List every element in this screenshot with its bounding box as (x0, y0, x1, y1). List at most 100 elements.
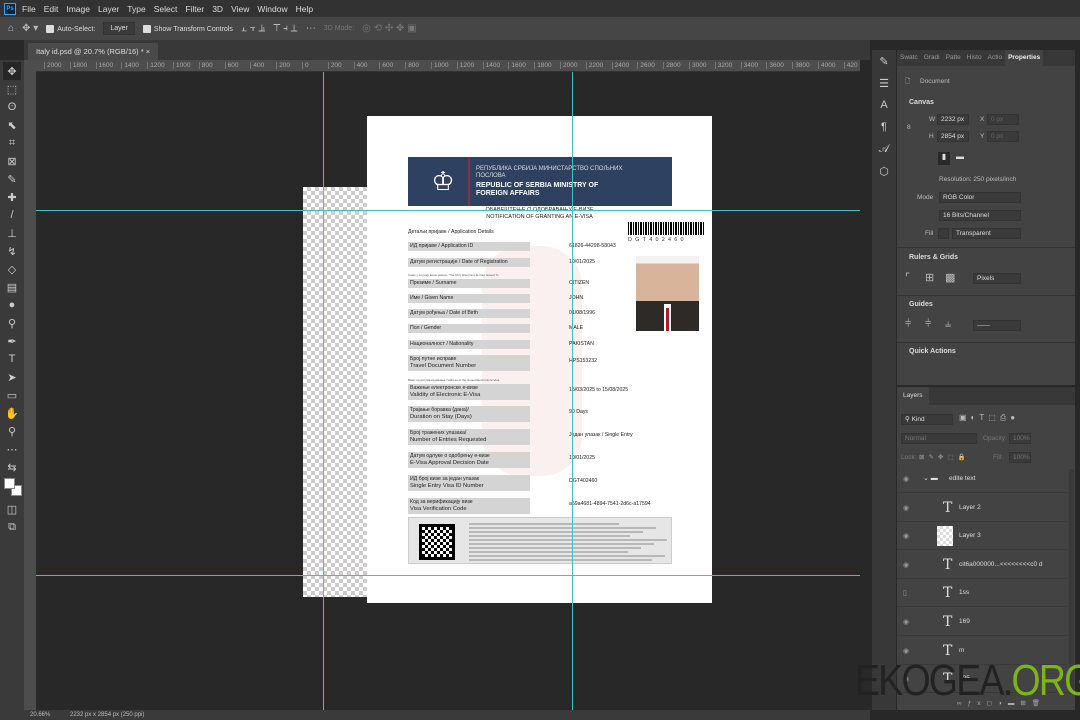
layer-row[interactable]: ◉ ⌄ ▬ edite text (897, 465, 1067, 493)
home-icon[interactable]: ⌂ (8, 23, 14, 34)
swap-colors-icon[interactable]: ⇆ (3, 458, 21, 476)
more-tools-icon[interactable]: ⋯ (3, 440, 21, 458)
eyedropper-tool-icon[interactable]: ✎ (3, 170, 21, 188)
layer-row[interactable]: ▯ T 1ss (897, 579, 1067, 608)
layer-row[interactable]: ◉ Tcit6a000000...<<<<<<<<c0 d (897, 551, 1067, 579)
menu-help[interactable]: Help (296, 4, 313, 14)
guide-style-dropdown[interactable]: —— (973, 320, 1021, 331)
layer-fill-field[interactable]: 100% (1009, 452, 1031, 463)
portrait-orientation-icon[interactable]: ▮ (938, 152, 950, 165)
stamp-tool-icon[interactable]: ⊥ (3, 224, 21, 242)
fill-swatch[interactable] (938, 228, 949, 239)
brush-tool-icon[interactable]: / (3, 206, 21, 224)
tab-properties[interactable]: Properties (1005, 50, 1044, 66)
pen-tool-icon[interactable]: ✒ (3, 332, 21, 350)
3d-icon[interactable]: ⬡ (872, 160, 896, 182)
visibility-eye-icon[interactable]: ▯ (903, 589, 907, 597)
brush-settings-icon[interactable]: ✎ (872, 50, 896, 72)
tab-histogram[interactable]: Histo (964, 50, 985, 66)
screen-mode-icon[interactable]: ⧉ (3, 518, 21, 536)
visibility-eye-icon[interactable]: ◉ (903, 504, 909, 512)
canvas-section[interactable]: Canvas (909, 99, 934, 106)
tab-actions[interactable]: Actio (985, 50, 1005, 66)
color-swatches[interactable] (2, 476, 22, 500)
zoom-tool-icon[interactable]: ⚲ (3, 422, 21, 440)
frame-tool-icon[interactable]: ⊠ (3, 152, 21, 170)
lasso-tool-icon[interactable]: ʘ (3, 98, 21, 116)
rulers-grids-section[interactable]: Rulers & Grids (909, 254, 958, 261)
quick-mask-icon[interactable]: ◫ (3, 500, 21, 518)
menu-filter[interactable]: Filter (185, 4, 204, 14)
grid-icon[interactable]: ⊞ (925, 271, 934, 284)
visibility-eye-icon[interactable]: ◉ (903, 561, 909, 569)
fill-dropdown[interactable]: Transparent (952, 228, 1021, 239)
mode-dropdown[interactable]: RGB Color (939, 192, 1021, 203)
crop-tool-icon[interactable]: ⌗ (3, 134, 21, 152)
menu-window[interactable]: Window (257, 4, 287, 14)
y-field[interactable]: 0 px (987, 131, 1019, 142)
guides-section[interactable]: Guides (909, 301, 933, 308)
rulers-icon[interactable]: ⌜ (905, 271, 910, 284)
x-field[interactable]: 0 px (987, 114, 1019, 125)
object-select-tool-icon[interactable]: ⬉ (3, 116, 21, 134)
marquee-tool-icon[interactable]: ⬚ (3, 80, 21, 98)
folder-icon[interactable]: ⌄ ▬ (923, 474, 938, 482)
rectangle-tool-icon[interactable]: ▭ (3, 386, 21, 404)
menu-type[interactable]: Type (127, 4, 145, 14)
menu-view[interactable]: View (231, 4, 249, 14)
guide-horizontal[interactable] (36, 575, 860, 576)
layer-row[interactable]: ◉ T 169 (897, 608, 1067, 636)
blur-tool-icon[interactable]: ● (3, 296, 21, 314)
height-field[interactable]: 2854 px (937, 131, 969, 142)
align-icons[interactable]: ⫠ ⫟ ⫡ ⊤ ⫞ ⊥ ⋯ (241, 23, 316, 34)
link-icon[interactable]: 8 (907, 124, 911, 131)
document-canvas[interactable]: ♔ РЕПУБЛИКА СРБИЈА МИНИСТАРСТВО СПОЉНИХ … (367, 116, 712, 603)
pixel-grid-icon[interactable]: ▩ (945, 271, 955, 284)
menu-select[interactable]: Select (154, 4, 178, 14)
path-select-tool-icon[interactable]: ➤ (3, 368, 21, 386)
paragraph-icon[interactable]: ¶ (872, 116, 896, 138)
auto-select-checkbox[interactable]: Auto-Select: (46, 24, 95, 33)
menu-edit[interactable]: Edit (44, 4, 59, 14)
guide-horizontal[interactable] (36, 210, 860, 211)
gradient-tool-icon[interactable]: ▤ (3, 278, 21, 296)
opacity-field[interactable]: 100% (1009, 433, 1031, 444)
menu-image[interactable]: Image (66, 4, 90, 14)
visibility-eye-icon[interactable]: ◉ (903, 618, 909, 626)
type-tool-icon[interactable]: T (3, 350, 21, 368)
show-transform-checkbox[interactable]: Show Transform Controls (142, 24, 233, 33)
visibility-eye-icon[interactable]: ◉ (903, 475, 909, 483)
menu-3d[interactable]: 3D (212, 4, 223, 14)
adjustments-icon[interactable]: ☰ (872, 72, 896, 94)
visibility-eye-icon[interactable]: ◉ (903, 532, 909, 540)
tab-swatches[interactable]: Swatc (897, 50, 921, 66)
guides-icon[interactable]: ⫩ (905, 318, 911, 331)
glyphs-icon[interactable]: 𝒜 (872, 138, 896, 160)
lock-guides-icon[interactable]: ⫩ (925, 318, 931, 331)
blend-mode-dropdown[interactable]: Normal (901, 433, 977, 444)
units-dropdown[interactable]: Pixels (973, 273, 1021, 284)
smart-guides-icon[interactable]: ⫨ (945, 318, 951, 331)
landscape-orientation-icon[interactable]: ▬ (954, 152, 966, 165)
document-tab[interactable]: Italy id.psd @ 20.7% (RGB/16) * × (28, 43, 159, 60)
lock-icons[interactable]: ⊠✎✥⬚🔒 (919, 453, 970, 461)
hand-tool-icon[interactable]: ✋ (3, 404, 21, 422)
move-tool-icon[interactable]: ✥ (3, 62, 21, 80)
layer-row[interactable]: ◉ T Layer 2 (897, 494, 1067, 522)
layer-filter-icons[interactable]: ▣◐T⬚⎙● (959, 413, 1019, 423)
3d-tools-icons[interactable]: ◎ ⟲ ✣ ✥ ▣ (362, 23, 416, 34)
zoom-level[interactable]: 20.66% (30, 712, 50, 718)
guide-vertical[interactable] (572, 72, 573, 710)
tab-patterns[interactable]: Patte (943, 50, 964, 66)
quick-actions-section[interactable]: Quick Actions (909, 348, 956, 355)
guide-vertical[interactable] (323, 72, 324, 710)
tab-layers[interactable]: Layers (897, 387, 929, 405)
healing-brush-icon[interactable]: ✚ (3, 188, 21, 206)
move-tool-icon[interactable]: ✥ ▾ (22, 23, 38, 34)
close-tab-icon[interactable]: × (146, 47, 150, 56)
tab-gradients[interactable]: Gradi (921, 50, 943, 66)
layer-filter-kind[interactable]: ⚲ Kind (901, 414, 953, 425)
bit-depth-dropdown[interactable]: 16 Bits/Channel (939, 210, 1021, 221)
width-field[interactable]: 2232 px (937, 114, 969, 125)
menu-layer[interactable]: Layer (98, 4, 119, 14)
